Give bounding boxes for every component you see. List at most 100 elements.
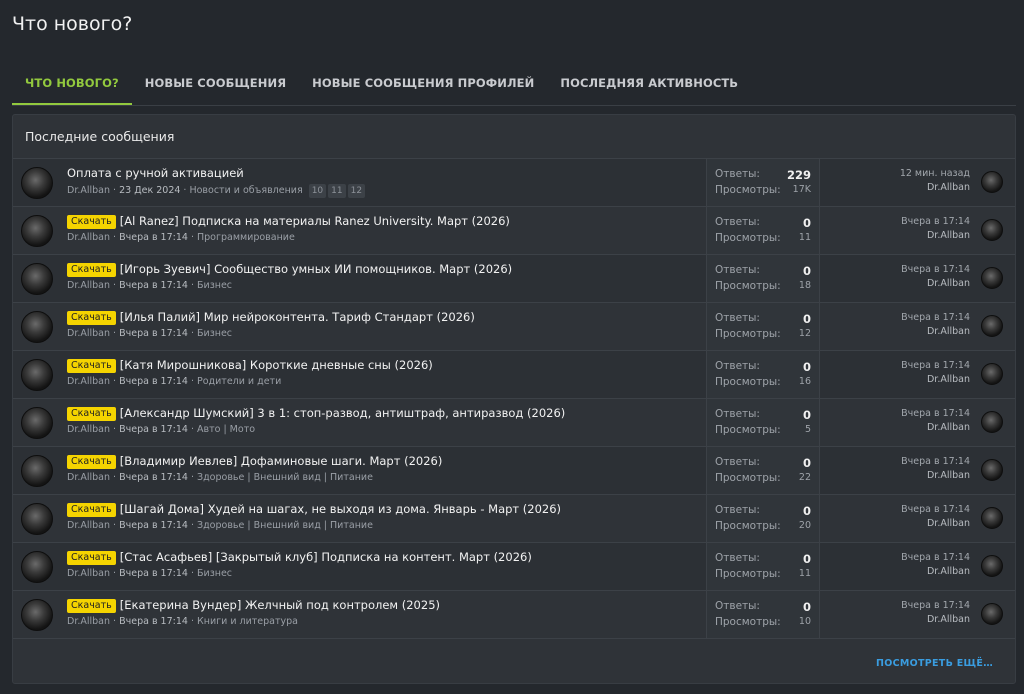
author-avatar[interactable]	[21, 263, 53, 295]
forum-link[interactable]: Бизнес	[197, 568, 232, 579]
show-more-link[interactable]: ПОСМОТРЕТЬ ЕЩЁ…	[876, 658, 993, 669]
tab-whats-new[interactable]: ЧТО НОВОГО?	[12, 64, 132, 105]
download-prefix-badge[interactable]: Скачать	[67, 455, 116, 469]
last-poster-avatar[interactable]	[981, 219, 1003, 241]
last-poster-avatar[interactable]	[981, 603, 1003, 625]
last-poster-avatar[interactable]	[981, 267, 1003, 289]
thread-row[interactable]: Скачать [Александр Шумский] 3 в 1: стоп-р…	[13, 399, 1015, 447]
last-post-time[interactable]: Вчера в 17:14	[901, 311, 970, 325]
last-post-time[interactable]: Вчера в 17:14	[901, 551, 970, 565]
download-prefix-badge[interactable]: Скачать	[67, 551, 116, 565]
thread-title-link[interactable]: [Владимир Иевлев] Дофаминовые шаги. Март…	[120, 454, 443, 468]
thread-author[interactable]: Dr.Allban	[67, 185, 110, 196]
thread-title-link[interactable]: [Стас Асафьев] [Закрытый клуб] Подписка …	[120, 550, 532, 564]
thread-row[interactable]: Скачать [Шагай Дома] Худей на шагах, не в…	[13, 495, 1015, 543]
forum-link[interactable]: Авто | Мото	[197, 424, 255, 435]
last-poster-avatar[interactable]	[981, 315, 1003, 337]
last-post-time[interactable]: Вчера в 17:14	[901, 407, 970, 421]
author-avatar[interactable]	[21, 167, 53, 199]
thread-row[interactable]: Оплата с ручной активацией Dr.Allban · 23…	[13, 159, 1015, 207]
thread-author[interactable]: Dr.Allban	[67, 568, 110, 579]
last-post-user[interactable]: Dr.Allban	[901, 373, 970, 387]
thread-author[interactable]: Dr.Allban	[67, 328, 110, 339]
thread-title-link[interactable]: [Al Ranez] Подписка на материалы Ranez U…	[120, 214, 510, 228]
thread-author[interactable]: Dr.Allban	[67, 472, 110, 483]
thread-title-link[interactable]: [Илья Палий] Мир нейроконтента. Тариф Ст…	[120, 310, 475, 324]
author-avatar[interactable]	[21, 311, 53, 343]
last-post-user[interactable]: Dr.Allban	[901, 229, 970, 243]
forum-link[interactable]: Здоровье | Внешний вид | Питание	[197, 520, 373, 531]
thread-title-link[interactable]: Оплата с ручной активацией	[67, 166, 244, 180]
thread-row[interactable]: Скачать [Илья Палий] Мир нейроконтента. Т…	[13, 303, 1015, 351]
forum-link[interactable]: Книги и литература	[197, 616, 298, 627]
last-post-user[interactable]: Dr.Allban	[901, 469, 970, 483]
author-avatar[interactable]	[21, 407, 53, 439]
thread-row[interactable]: Скачать [Al Ranez] Подписка на материалы …	[13, 207, 1015, 255]
thread-author[interactable]: Dr.Allban	[67, 376, 110, 387]
download-prefix-badge[interactable]: Скачать	[67, 503, 116, 517]
download-prefix-badge[interactable]: Скачать	[67, 215, 116, 229]
tab-latest-activity[interactable]: ПОСЛЕДНЯЯ АКТИВНОСТЬ	[547, 64, 751, 105]
last-post-user[interactable]: Dr.Allban	[901, 517, 970, 531]
thread-title-link[interactable]: [Игорь Зуевич] Сообщество умных ИИ помощ…	[120, 262, 512, 276]
last-poster-avatar[interactable]	[981, 411, 1003, 433]
last-poster-avatar[interactable]	[981, 363, 1003, 385]
last-post-user[interactable]: Dr.Allban	[901, 565, 970, 579]
tab-new-profile-posts[interactable]: НОВЫЕ СООБЩЕНИЯ ПРОФИЛЕЙ	[299, 64, 547, 105]
author-avatar[interactable]	[21, 359, 53, 391]
download-prefix-badge[interactable]: Скачать	[67, 407, 116, 421]
thread-author[interactable]: Dr.Allban	[67, 232, 110, 243]
author-avatar[interactable]	[21, 551, 53, 583]
last-post-user[interactable]: Dr.Allban	[900, 181, 970, 195]
download-prefix-badge[interactable]: Скачать	[67, 599, 116, 613]
download-prefix-badge[interactable]: Скачать	[67, 263, 116, 277]
last-poster-avatar[interactable]	[981, 507, 1003, 529]
last-post-time[interactable]: 12 мин. назад	[900, 167, 970, 181]
last-post-time[interactable]: Вчера в 17:14	[901, 263, 970, 277]
thread-row[interactable]: Скачать [Игорь Зуевич] Сообщество умных И…	[13, 255, 1015, 303]
page-link[interactable]: 11	[328, 184, 346, 198]
last-post-time[interactable]: Вчера в 17:14	[901, 599, 970, 613]
author-avatar[interactable]	[21, 599, 53, 631]
last-post-user[interactable]: Dr.Allban	[901, 613, 970, 627]
replies-count: 0	[802, 216, 811, 230]
last-post-time[interactable]: Вчера в 17:14	[901, 359, 970, 373]
thread-title-link[interactable]: [Катя Мирошникова] Короткие дневные сны …	[120, 358, 433, 372]
author-avatar[interactable]	[21, 455, 53, 487]
author-avatar[interactable]	[21, 215, 53, 247]
last-poster-avatar[interactable]	[981, 555, 1003, 577]
forum-link[interactable]: Бизнес	[197, 280, 232, 291]
forum-link[interactable]: Бизнес	[197, 328, 232, 339]
forum-link[interactable]: Здоровье | Внешний вид | Питание	[197, 472, 373, 483]
page-link[interactable]: 12	[347, 184, 366, 198]
thread-author[interactable]: Dr.Allban	[67, 424, 110, 435]
download-prefix-badge[interactable]: Скачать	[67, 359, 116, 373]
thread-title-link[interactable]: [Александр Шумский] 3 в 1: стоп-развод, …	[120, 406, 566, 420]
thread-row[interactable]: Скачать [Стас Асафьев] [Закрытый клуб] По…	[13, 543, 1015, 591]
page-link[interactable]: 10	[308, 184, 327, 198]
thread-row[interactable]: Скачать [Владимир Иевлев] Дофаминовые шаг…	[13, 447, 1015, 495]
last-post-user[interactable]: Dr.Allban	[901, 277, 970, 291]
last-post-time[interactable]: Вчера в 17:14	[901, 455, 970, 469]
last-poster-avatar[interactable]	[981, 459, 1003, 481]
last-post-user[interactable]: Dr.Allban	[901, 421, 970, 435]
forum-link[interactable]: Новости и объявления	[189, 185, 302, 196]
tab-new-posts[interactable]: НОВЫЕ СООБЩЕНИЯ	[132, 64, 299, 105]
forum-link[interactable]: Программирование	[197, 232, 295, 243]
download-prefix-badge[interactable]: Скачать	[67, 311, 116, 325]
thread-title-link[interactable]: [Екатерина Вундер] Желчный под контролем…	[120, 598, 440, 612]
thread-author[interactable]: Dr.Allban	[67, 280, 110, 291]
thread-row[interactable]: Скачать [Екатерина Вундер] Желчный под ко…	[13, 591, 1015, 639]
last-post-time[interactable]: Вчера в 17:14	[901, 215, 970, 229]
thread-stats: Ответы: 0 Просмотры: 11	[706, 207, 820, 254]
last-post-time[interactable]: Вчера в 17:14	[901, 503, 970, 517]
last-poster-avatar[interactable]	[981, 171, 1003, 193]
thread-title-link[interactable]: [Шагай Дома] Худей на шагах, не выходя и…	[120, 502, 561, 516]
last-post-user[interactable]: Dr.Allban	[901, 325, 970, 339]
thread-author[interactable]: Dr.Allban	[67, 616, 110, 627]
author-avatar[interactable]	[21, 503, 53, 535]
thread-author[interactable]: Dr.Allban	[67, 520, 110, 531]
thread-row[interactable]: Скачать [Катя Мирошникова] Короткие дневн…	[13, 351, 1015, 399]
last-post-info: Вчера в 17:14 Dr.Allban	[901, 311, 970, 339]
forum-link[interactable]: Родители и дети	[197, 376, 281, 387]
